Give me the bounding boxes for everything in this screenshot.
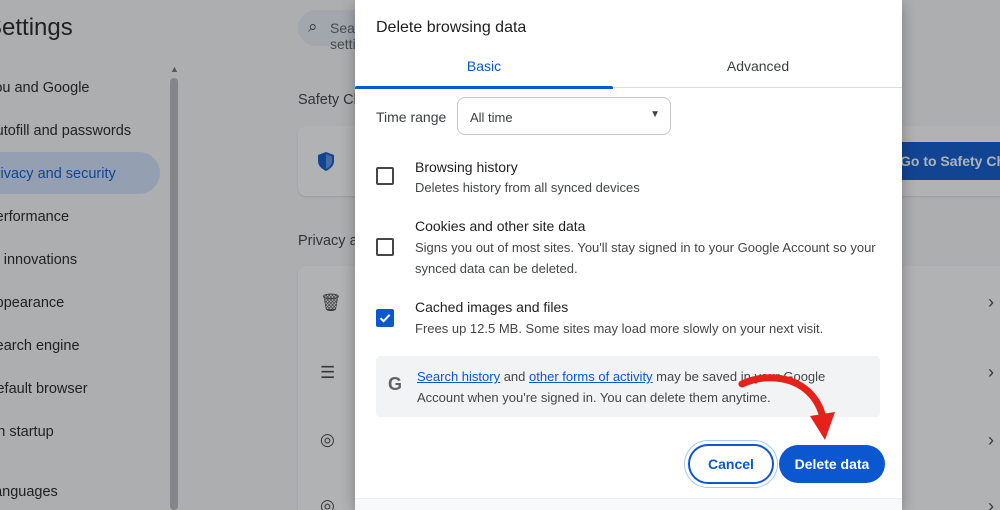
search-history-link[interactable]: Search history bbox=[417, 369, 500, 384]
dialog-tabs: Basic Advanced bbox=[355, 48, 902, 89]
tab-basic[interactable]: Basic bbox=[355, 48, 613, 89]
checkmark-icon bbox=[379, 314, 391, 323]
google-g-icon: G bbox=[388, 374, 403, 394]
time-range-label: Time range bbox=[376, 109, 447, 125]
browsing-history-checkbox[interactable] bbox=[376, 167, 394, 185]
browsing-history-title: Browsing history bbox=[415, 159, 518, 175]
cookies-checkbox[interactable] bbox=[376, 238, 394, 256]
cached-images-description: Frees up 12.5 MB. Some sites may load mo… bbox=[415, 321, 824, 336]
cookies-description: Signs you out of most sites. You'll stay… bbox=[415, 240, 876, 276]
dialog-footer-strip bbox=[355, 498, 902, 510]
time-range-select[interactable]: All time ▼ bbox=[457, 97, 671, 135]
cached-images-title: Cached images and files bbox=[415, 299, 569, 315]
tab-advanced-label: Advanced bbox=[726, 58, 790, 74]
other-activity-link[interactable]: other forms of activity bbox=[529, 369, 653, 384]
delete-data-button[interactable]: Delete data bbox=[779, 445, 885, 483]
active-tab-indicator bbox=[355, 86, 613, 89]
tab-basic-label: Basic bbox=[466, 58, 502, 74]
time-range-value: All time bbox=[470, 110, 513, 125]
cancel-button[interactable]: Cancel bbox=[688, 444, 774, 484]
cookies-title: Cookies and other site data bbox=[415, 218, 586, 234]
note-mid-text: and bbox=[500, 369, 530, 384]
cached-images-checkbox[interactable] bbox=[376, 309, 394, 327]
tab-advanced[interactable]: Advanced bbox=[629, 48, 887, 88]
dialog-title: Delete browsing data bbox=[376, 19, 527, 36]
browsing-history-description: Deletes history from all synced devices bbox=[415, 180, 640, 195]
annotation-arrow-icon bbox=[738, 374, 835, 440]
dropdown-arrow-icon: ▼ bbox=[650, 109, 660, 120]
